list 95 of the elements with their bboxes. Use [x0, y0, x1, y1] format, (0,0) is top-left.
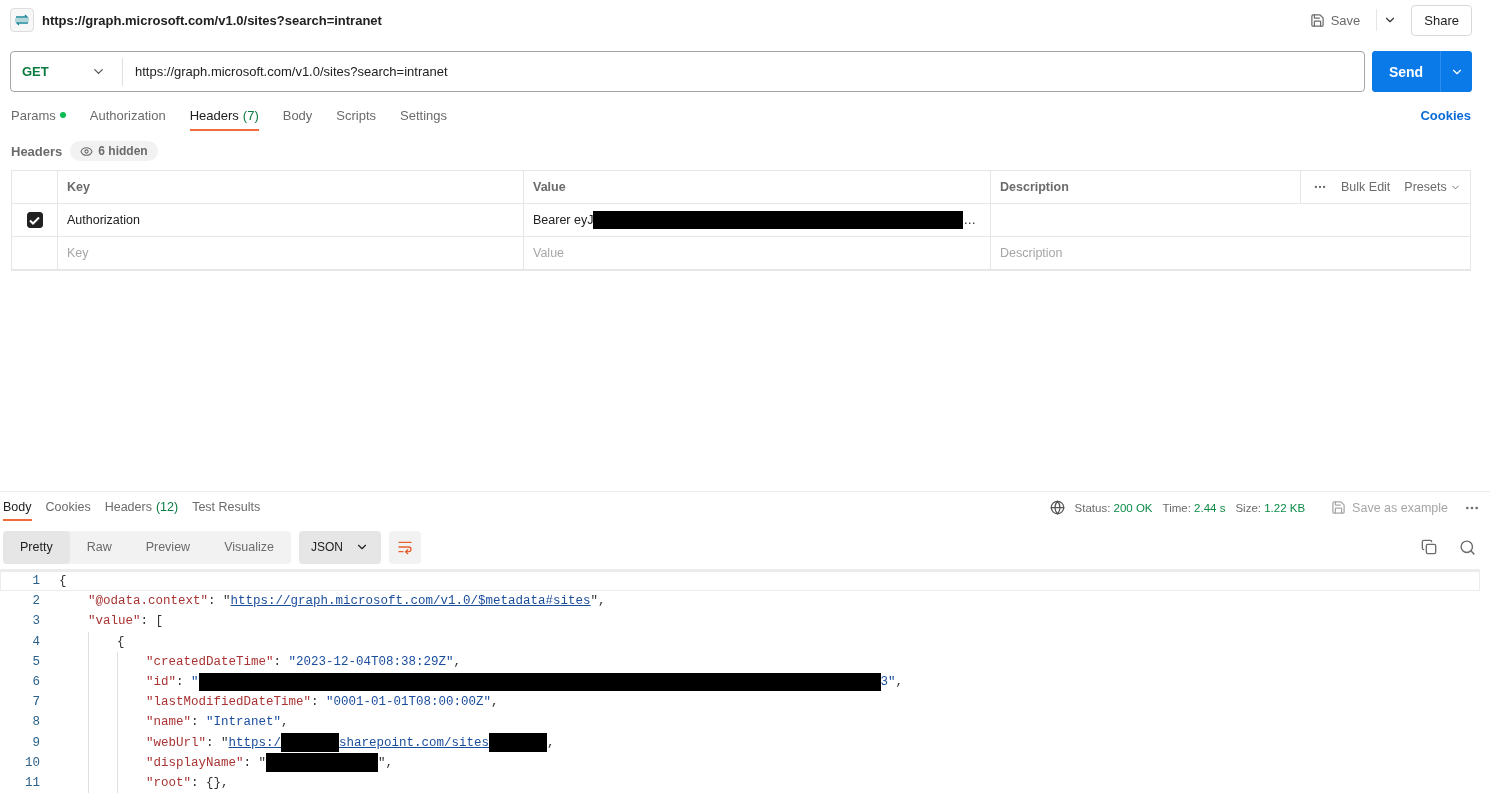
- json-punctuation: ",: [378, 755, 394, 770]
- save-button[interactable]: Save: [1301, 8, 1369, 32]
- json-punctuation: ",: [590, 594, 606, 609]
- method-select[interactable]: GET: [11, 57, 123, 86]
- time-label: Time:: [1162, 501, 1192, 514]
- json-punctuation: {: [117, 634, 125, 649]
- description-cell[interactable]: [990, 204, 1470, 237]
- save-icon: [1331, 500, 1347, 516]
- line-number: 8: [31, 715, 40, 730]
- json-punctuation: : ": [243, 755, 267, 770]
- view-tab[interactable]: Visualize: [207, 530, 291, 564]
- presets-button[interactable]: Presets: [1404, 180, 1461, 194]
- json-punctuation: :: [191, 715, 200, 730]
- json-punctuation: ,: [281, 715, 289, 730]
- json-key: "root": [146, 775, 191, 790]
- json-string: "2023-12-04T08:38:29Z": [288, 654, 454, 669]
- url-input[interactable]: https://graph.microsoft.com/v1.0/sites?search=intranet: [123, 64, 448, 79]
- wrap-button[interactable]: [388, 530, 421, 564]
- code-link[interactable]: https://graph.microsoft.com/v1.0/$metadata#sites: [230, 594, 591, 609]
- json-punctuation: :: [311, 695, 320, 710]
- request-tab[interactable]: Params: [11, 99, 66, 131]
- status-label: Status:: [1074, 501, 1112, 514]
- column-header: Value: [523, 171, 990, 204]
- json-key: "value": [88, 614, 141, 629]
- json-string: 3": [880, 674, 896, 689]
- format-select[interactable]: JSON: [298, 530, 381, 564]
- size-label: Size:: [1235, 501, 1262, 514]
- eye-icon: [80, 144, 94, 158]
- view-tab[interactable]: Preview: [128, 530, 208, 564]
- line-number: 3: [31, 614, 40, 629]
- time-value: 2.44 s: [1194, 501, 1226, 514]
- http-icon: [10, 8, 34, 32]
- column-header: Key: [57, 171, 523, 204]
- globe-icon: [1049, 500, 1065, 516]
- line-number: 5: [31, 654, 40, 669]
- column-header: Description: [999, 180, 1070, 194]
- request-tab[interactable]: Authorization: [89, 99, 166, 131]
- cookies-link[interactable]: Cookies: [1420, 107, 1471, 123]
- code-link[interactable]: sharepoint.com/sites: [339, 735, 490, 750]
- line-number: 7: [31, 695, 40, 710]
- json-string: "0001-01-01T08:00:00Z": [326, 695, 492, 710]
- header-value[interactable]: Bearer eyJ: [533, 213, 594, 227]
- copy-icon[interactable]: [1421, 538, 1437, 556]
- line-number: 1: [31, 574, 40, 589]
- line-number: 9: [31, 735, 40, 750]
- section-label: Headers: [11, 143, 63, 159]
- json-key: "name": [146, 715, 191, 730]
- view-tab[interactable]: Pretty: [3, 530, 70, 564]
- json-punctuation: :: [176, 674, 185, 689]
- row-checkbox[interactable]: [26, 212, 43, 228]
- bulk-edit-button[interactable]: Bulk Edit: [1341, 180, 1391, 194]
- json-string: "Intranet": [206, 715, 282, 730]
- line-number: 10: [24, 755, 40, 770]
- json-string: ": [191, 674, 199, 689]
- line-number: 6: [31, 674, 40, 689]
- json-key: "@odata.context": [88, 594, 209, 609]
- json-key: "id": [146, 674, 176, 689]
- json-punctuation: : ": [206, 735, 229, 750]
- response-tab[interactable]: Test Results: [192, 494, 261, 522]
- json-punctuation: : {},: [191, 775, 229, 790]
- json-punctuation: :: [273, 654, 283, 669]
- request-title: https://graph.microsoft.com/v1.0/sites?search=intranet: [42, 12, 383, 28]
- json-punctuation: ,: [453, 654, 462, 669]
- json-key: "webUrl": [146, 735, 206, 750]
- request-tab[interactable]: Headers (7): [189, 99, 259, 131]
- header-value: …: [963, 213, 976, 227]
- header-key[interactable]: Authorization: [57, 204, 523, 237]
- json-key: "createdDateTime": [146, 654, 274, 669]
- search-icon[interactable]: [1459, 538, 1476, 556]
- hidden-headers-toggle[interactable]: 6 hidden: [70, 141, 158, 161]
- view-tab[interactable]: Raw: [69, 530, 129, 564]
- code-link[interactable]: https:/: [228, 735, 282, 750]
- share-button[interactable]: Share: [1411, 4, 1472, 36]
- json-punctuation: : ": [208, 594, 231, 609]
- response-tab[interactable]: Cookies: [45, 494, 91, 522]
- json-punctuation: ,: [895, 674, 904, 689]
- json-key: "lastModifiedDateTime": [146, 695, 312, 710]
- redaction-bar: [489, 733, 548, 752]
- line-number: 4: [31, 634, 40, 649]
- wrap-icon: [396, 539, 413, 556]
- line-number: 2: [31, 594, 40, 609]
- json-punctuation: ,: [491, 695, 499, 710]
- response-tab[interactable]: Body: [3, 494, 32, 522]
- json-punctuation: ,: [547, 735, 555, 750]
- request-tab[interactable]: Settings: [400, 99, 448, 131]
- line-number: 11: [24, 775, 40, 790]
- status-value: 200 OK: [1113, 501, 1153, 514]
- request-tab[interactable]: Scripts: [336, 99, 377, 131]
- json-punctuation: {: [59, 574, 67, 589]
- json-punctuation: : [: [140, 614, 164, 629]
- request-tab[interactable]: Body: [282, 99, 313, 131]
- json-key: "displayName": [146, 755, 244, 770]
- size-value: 1.22 KB: [1264, 501, 1306, 514]
- response-tab[interactable]: Headers (12): [104, 494, 179, 522]
- save-icon: [1309, 12, 1325, 28]
